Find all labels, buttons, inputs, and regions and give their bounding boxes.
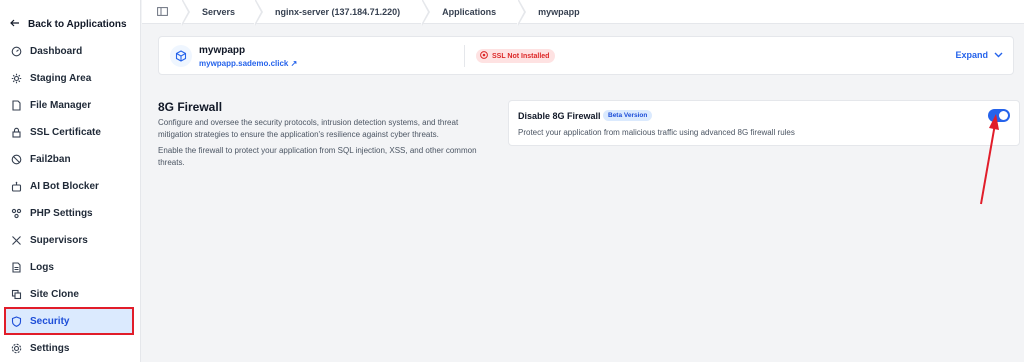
sidebar-item-dashboard[interactable]: Dashboard — [6, 40, 132, 62]
breadcrumb-servers[interactable]: Servers — [181, 0, 255, 26]
breadcrumb-label: mywpapp — [538, 6, 580, 17]
breadcrumb-label: Applications — [442, 6, 497, 17]
chevron-down-icon — [994, 50, 1003, 60]
divider — [464, 45, 465, 67]
sidebar-item-file-manager[interactable]: File Manager — [6, 94, 132, 116]
breadcrumb-label: Servers — [202, 6, 236, 17]
sidebar-item-label: File Manager — [30, 99, 92, 111]
breadcrumb-server-name[interactable]: nginx-server (137.184.71.220) — [254, 0, 422, 26]
sidebar-item-supervisors[interactable]: Supervisors — [6, 229, 132, 251]
breadcrumb-current-app[interactable]: mywpapp — [517, 0, 600, 26]
expand-button[interactable]: Expand — [955, 50, 1003, 60]
firewall-card: Disable 8G Firewall Beta Version Protect… — [508, 100, 1020, 146]
firewall-card-description: Protect your application from malicious … — [518, 128, 795, 137]
lock-icon — [11, 127, 22, 138]
sidebar-item-label: Site Clone — [30, 288, 79, 300]
expand-label: Expand — [955, 50, 988, 60]
sidebar-item-fail2ban[interactable]: Fail2ban — [6, 148, 132, 170]
sidebar-item-label: Settings — [30, 342, 70, 354]
ssl-warning-icon — [480, 51, 488, 61]
breadcrumb: Servers nginx-server (137.184.71.220) Ap… — [142, 0, 1024, 26]
ssl-status-badge: SSL Not Installed — [476, 49, 556, 63]
sidebar-item-label: Logs — [30, 261, 54, 273]
sidebar-item-staging-area[interactable]: Staging Area — [6, 67, 132, 89]
app-name: mywpapp — [199, 45, 246, 56]
sidebar-item-php-settings[interactable]: PHP Settings — [6, 202, 132, 224]
sidebar-item-label: SSL Certificate — [30, 126, 101, 138]
app-url-text: mywpapp.sademo.click — [199, 59, 289, 68]
section-description: Configure and oversee the security proto… — [158, 118, 459, 139]
sidebar-item-security[interactable]: Security — [4, 307, 134, 335]
sidebar-item-label: AI Bot Blocker — [30, 180, 99, 192]
breadcrumb-separator — [517, 0, 530, 26]
sidebar-item-ai-bot-blocker[interactable]: AI Bot Blocker — [6, 175, 132, 197]
sidebar-item-logs[interactable]: Logs — [6, 256, 132, 278]
gauge-icon — [11, 46, 22, 57]
sidebar: Back to Applications Dashboard Staging A… — [0, 0, 141, 362]
sidebar-item-label: Dashboard — [30, 45, 83, 57]
breadcrumb-separator — [421, 0, 434, 26]
logs-icon — [11, 261, 22, 273]
beta-badge: Beta Version — [603, 110, 653, 121]
sidebar-item-label: Security — [30, 315, 70, 327]
breadcrumb-label: nginx-server (137.184.71.220) — [275, 6, 401, 17]
app-url-link[interactable]: mywpapp.sademo.click ↗ — [199, 59, 297, 68]
ban-icon — [11, 154, 22, 165]
arrow-left-icon — [10, 18, 20, 31]
tools-icon — [11, 235, 22, 246]
annotation-arrow-icon — [980, 114, 999, 205]
robot-icon — [11, 181, 22, 192]
php-settings-icon — [11, 208, 22, 219]
sidebar-item-label: Staging Area — [30, 72, 92, 84]
breadcrumb-separator — [254, 0, 267, 26]
sidebar-item-label: PHP Settings — [30, 207, 93, 219]
sidebar-item-label: Fail2ban — [30, 153, 71, 165]
gear-icon — [11, 343, 22, 354]
firewall-card-title: Disable 8G Firewall — [518, 111, 601, 121]
section-description-secondary: Enable the firewall to protect your appl… — [158, 146, 477, 167]
file-icon — [11, 99, 22, 111]
breadcrumb-applications[interactable]: Applications — [421, 0, 518, 26]
ssl-status-text: SSL Not Installed — [492, 52, 550, 60]
sidebar-item-label: Supervisors — [30, 234, 88, 246]
cube-icon — [170, 45, 192, 67]
gear-staging-icon — [11, 73, 22, 84]
sidebar-item-ssl-certificate[interactable]: SSL Certificate — [6, 121, 132, 143]
app-header-card: mywpapp mywpapp.sademo.click ↗ SSL Not I… — [158, 36, 1014, 75]
back-to-applications-link[interactable]: Back to Applications — [10, 16, 127, 32]
external-link-icon: ↗ — [290, 59, 298, 68]
breadcrumb-separator — [181, 0, 194, 26]
sidebar-item-settings[interactable]: Settings — [6, 337, 132, 359]
back-label: Back to Applications — [28, 18, 127, 30]
sidebar-toggle-icon[interactable] — [142, 7, 182, 16]
shield-icon — [11, 315, 22, 327]
sidebar-item-site-clone[interactable]: Site Clone — [6, 283, 132, 305]
section-title: 8G Firewall — [158, 100, 223, 114]
clone-icon — [11, 289, 22, 300]
